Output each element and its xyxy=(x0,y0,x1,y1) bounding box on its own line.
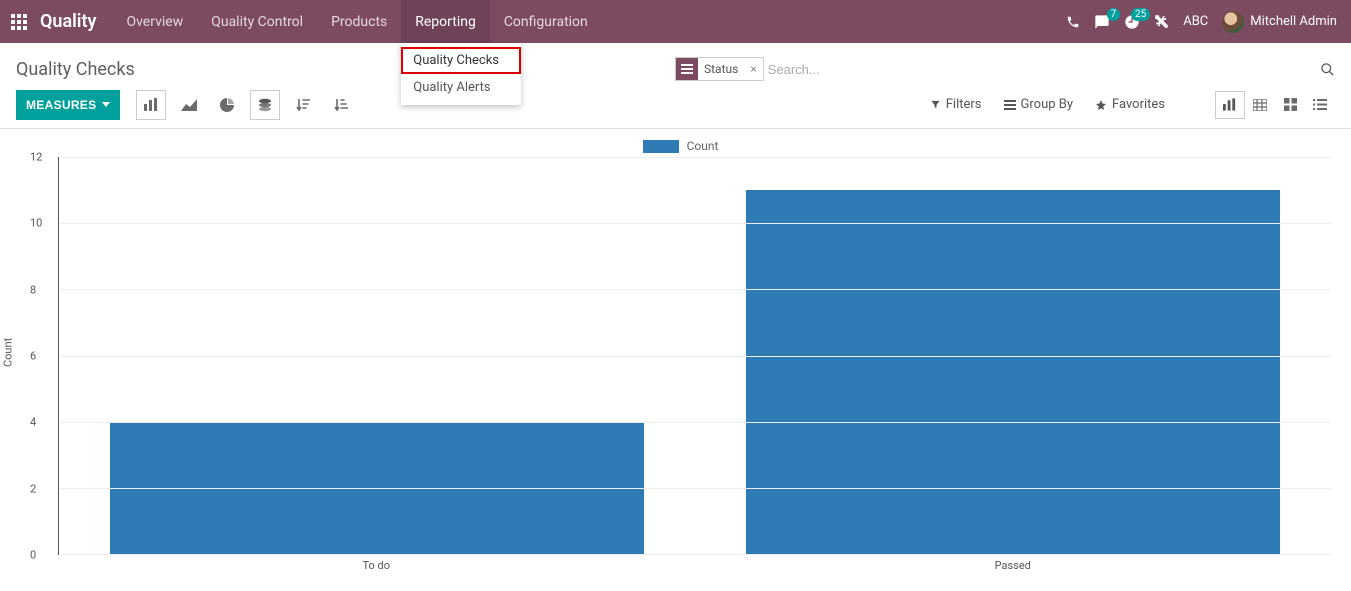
search-input[interactable] xyxy=(768,57,1288,81)
xtick-label: To do xyxy=(58,555,695,577)
toolbar: MEASURES Filters Group By Favorites xyxy=(0,85,1351,129)
chart-type-bar[interactable] xyxy=(136,90,166,120)
activities-icon[interactable]: 25 xyxy=(1124,14,1140,30)
y-axis: 024681012 xyxy=(30,157,58,555)
ytick-label: 0 xyxy=(30,549,36,562)
messages-badge: 7 xyxy=(1107,8,1121,21)
chart-legend: Count xyxy=(30,139,1331,153)
nav-right: 7 25 ABC Mitchell Admin xyxy=(1066,11,1351,33)
bar-passed[interactable] xyxy=(746,190,1280,554)
filters-button[interactable]: Filters xyxy=(930,97,982,112)
user-name: Mitchell Admin xyxy=(1250,14,1337,29)
favorites-button[interactable]: Favorites xyxy=(1095,97,1165,112)
reporting-dropdown: Quality Checks Quality Alerts xyxy=(401,43,521,105)
x-axis: To doPassed xyxy=(58,555,1331,577)
app-brand[interactable]: Quality xyxy=(40,11,96,32)
apps-icon[interactable] xyxy=(10,13,28,31)
control-panel: Quality Checks Status × xyxy=(0,43,1351,85)
measures-button[interactable]: MEASURES xyxy=(16,90,120,120)
yaxis-title: Count xyxy=(2,338,15,367)
measures-label: MEASURES xyxy=(26,98,96,112)
groupby-button[interactable]: Group By xyxy=(1004,97,1074,112)
chart-area: Count Count 0 2 4 6 8 10 12 To doPassed xyxy=(0,129,1351,587)
sort-desc-button[interactable] xyxy=(288,90,318,120)
avatar-icon xyxy=(1222,11,1244,33)
nav-reporting[interactable]: Reporting Quality Checks Quality Alerts xyxy=(401,0,490,43)
filter-strip: Filters Group By Favorites xyxy=(930,91,1335,119)
company-selector[interactable]: ABC xyxy=(1183,14,1208,29)
legend-label: Count xyxy=(687,139,719,153)
ytick-label: 10 xyxy=(30,217,42,230)
nav-products[interactable]: Products xyxy=(317,0,401,43)
groupby-label: Group By xyxy=(1021,97,1074,112)
search-area: Status × xyxy=(675,57,1335,81)
ytick-label: 6 xyxy=(30,350,36,363)
view-list[interactable] xyxy=(1305,91,1335,119)
facet-label: Status xyxy=(698,62,744,76)
plot-canvas xyxy=(58,157,1331,555)
chart-type-line[interactable] xyxy=(174,90,204,120)
search-facet-status: Status × xyxy=(675,57,764,81)
chart-type-pie[interactable] xyxy=(212,90,242,120)
page-title: Quality Checks xyxy=(16,59,135,80)
top-navbar: Quality Overview Quality Control Product… xyxy=(0,0,1351,43)
sort-asc-button[interactable] xyxy=(326,90,356,120)
search-icon[interactable] xyxy=(1310,62,1335,77)
chart-stacked-toggle[interactable] xyxy=(250,90,280,120)
ytick-label: 8 xyxy=(30,283,36,296)
user-menu[interactable]: Mitchell Admin xyxy=(1222,11,1337,33)
view-pivot[interactable] xyxy=(1245,91,1275,119)
tools-icon[interactable] xyxy=(1154,14,1169,29)
nav-quality-control[interactable]: Quality Control xyxy=(197,0,317,43)
nav-configuration[interactable]: Configuration xyxy=(490,0,602,43)
dropdown-quality-alerts[interactable]: Quality Alerts xyxy=(401,74,521,101)
facet-remove[interactable]: × xyxy=(744,62,762,76)
caret-down-icon xyxy=(102,102,110,107)
view-switcher xyxy=(1215,91,1335,119)
nav-reporting-label: Reporting xyxy=(415,14,476,30)
filters-label: Filters xyxy=(946,97,982,112)
dropdown-quality-checks[interactable]: Quality Checks xyxy=(401,47,521,74)
nav-overview[interactable]: Overview xyxy=(112,0,197,43)
ytick-label: 2 xyxy=(30,482,36,495)
phone-icon[interactable] xyxy=(1066,15,1080,29)
favorites-label: Favorites xyxy=(1112,97,1165,112)
view-kanban[interactable] xyxy=(1275,91,1305,119)
view-graph[interactable] xyxy=(1215,91,1245,119)
messages-icon[interactable]: 7 xyxy=(1094,14,1110,30)
ytick-label: 12 xyxy=(30,151,42,164)
facet-bars-icon xyxy=(676,58,698,80)
ytick-label: 4 xyxy=(30,416,36,429)
xtick-label: Passed xyxy=(695,555,1332,577)
activities-badge: 25 xyxy=(1131,8,1150,21)
legend-swatch xyxy=(643,140,679,153)
